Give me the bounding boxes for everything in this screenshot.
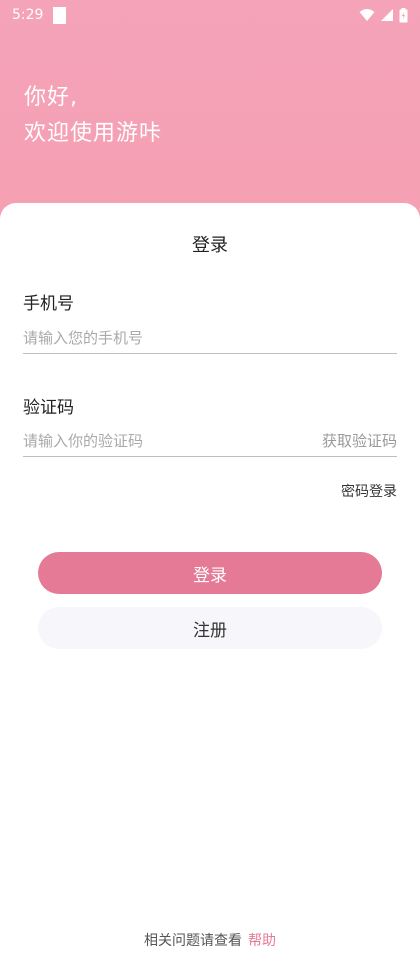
login-card: 登录 手机号 验证码 获取验证码 密码登录 登录 注册 相关问题请查看帮助	[0, 203, 420, 980]
greeting-line-1: 你好,	[24, 85, 78, 110]
notification-icon	[53, 6, 67, 24]
card-title: 登录	[192, 235, 228, 256]
password-login-link[interactable]: 密码登录	[341, 481, 397, 501]
greeting-line-2: 欢迎使用游咔	[24, 121, 163, 146]
help-link[interactable]: 帮助	[248, 933, 276, 949]
phone-label: 手机号	[23, 294, 74, 314]
greeting: 你好, 欢迎使用游咔	[24, 80, 162, 152]
status-right	[359, 7, 408, 23]
help-text: 相关问题请查看	[144, 933, 242, 949]
help-line: 相关问题请查看 帮助	[0, 930, 420, 950]
get-code-button[interactable]: 获取验证码	[322, 430, 397, 451]
wifi-icon	[359, 8, 375, 22]
status-bar: 5:29	[0, 0, 420, 30]
register-button[interactable]: 注册	[38, 607, 382, 649]
status-left: 5:29	[12, 6, 67, 24]
phone-input[interactable]	[23, 322, 397, 354]
status-time: 5:29	[12, 7, 44, 23]
signal-icon	[380, 8, 394, 22]
login-button[interactable]: 登录	[38, 552, 382, 594]
login-screen: 5:29 你好, 欢迎使用游咔 登录 手机号 请输入您的手机号 验证码 请输入你…	[0, 0, 420, 980]
code-label: 验证码	[23, 398, 74, 418]
battery-icon	[399, 7, 408, 23]
